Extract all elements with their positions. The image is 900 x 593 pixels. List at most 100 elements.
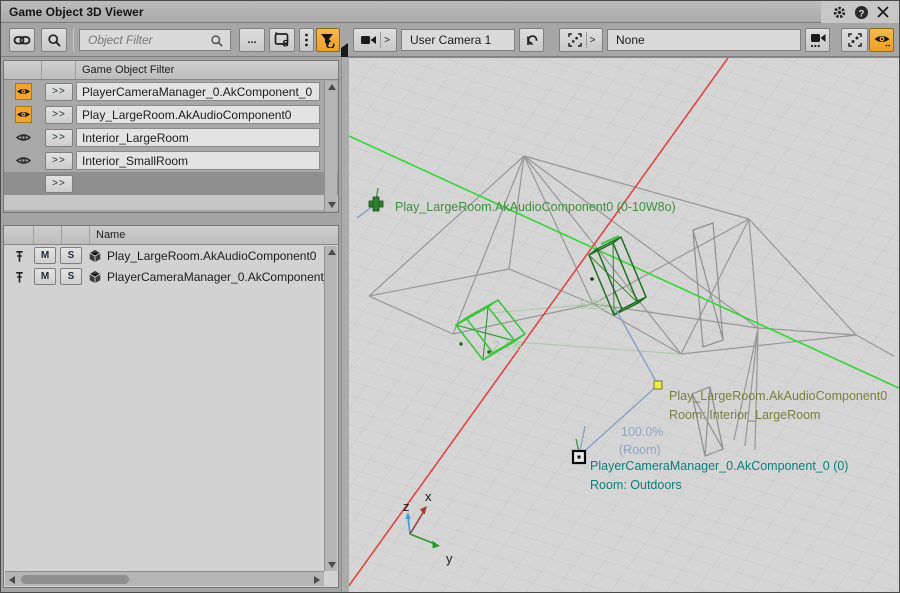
scroll-up-arrow[interactable] [325,81,338,93]
filter-row[interactable]: >> Interior_LargeRoom [4,126,338,149]
camera-name-input[interactable] [402,30,514,50]
filter-name-field[interactable]: Interior_LargeRoom [76,128,320,147]
scroll-down-arrow[interactable] [325,199,338,211]
scroll-left-arrow[interactable] [5,572,19,587]
listener-name-label: PlayerCameraManager_0.AkComponent_0 (0) [590,459,848,473]
listener-marker [573,451,585,463]
pin-icon[interactable] [4,249,34,263]
solo-button[interactable]: S [60,247,82,264]
watch-table-header: Name [4,226,338,245]
axis-x-label: x [425,489,432,504]
filter-active-funnel-button[interactable] [316,28,340,52]
title-bar: Game Object 3D Viewer ? [1,1,899,23]
emitter2-name-label: Play_LargeRoom.AkAudioComponent0 [669,389,887,403]
pin-icon[interactable] [4,270,34,284]
visibility-eye-icon[interactable] [15,152,32,169]
watch-list-empty-area [4,287,324,571]
watch-header-mute-col [34,226,62,244]
solo-button[interactable]: S [60,268,82,285]
filter-row[interactable]: >> Interior_SmallRoom [4,149,338,172]
emitter2-room-label: Room: Interior_LargeRoom [669,408,820,422]
search-icon [210,34,224,48]
focus-expand-label: > [590,35,596,46]
filter-table-header: Game Object Filter [4,61,338,80]
portal-point-marker [654,381,662,389]
filter-row[interactable]: >> PlayerCameraManager_0.AkComponent_0 [4,80,338,103]
hscroll-thumb[interactable] [21,575,129,584]
filter-name-field[interactable]: PlayerCameraManager_0.AkComponent_0 [76,82,320,101]
mute-button[interactable]: M [34,247,56,264]
watch-header-pin-col [4,226,34,244]
viewport-3d-canvas[interactable]: 2.4% 5.2% [349,57,900,593]
camera-expand-label: > [384,35,390,46]
toolbar: ... S > > [1,23,899,57]
svg-text:?: ? [858,8,864,18]
scroll-up-arrow[interactable] [325,246,338,258]
send-to-watch-button[interactable]: >> [45,152,73,170]
window-title: Game Object 3D Viewer [9,5,144,19]
camera-name-field[interactable] [401,29,515,51]
focus-target-icon [567,32,583,48]
room-percent-caption: (Room) [619,443,661,457]
settings-gear-icon[interactable] [831,4,847,20]
watch-row[interactable]: M S PlayerCameraManager_0.AkComponent_0 [4,266,338,287]
focus-object-button[interactable]: > [559,28,603,52]
toolbar-separator [73,29,74,51]
axis-y-label: y [446,551,453,566]
more-menu-kebab-button[interactable] [299,28,314,52]
emitter-label: Play_LargeRoom.AkAudioComponent0 (0-10W8… [395,200,676,214]
watch-table-vscrollbar[interactable] [324,246,337,571]
send-to-watch-button[interactable]: >> [45,129,73,147]
search-button[interactable] [41,28,67,52]
mute-button[interactable]: M [34,268,56,285]
watch-row[interactable]: M S Play_LargeRoom.AkAudioComponent0 [4,245,338,266]
reset-camera-button[interactable] [519,28,544,52]
help-icon[interactable]: ? [853,4,869,20]
filter-row[interactable]: >> Play_LargeRoom.AkAudioComponent0 [4,103,338,126]
svg-text:S: S [282,39,288,49]
filter-name-field[interactable]: Play_LargeRoom.AkAudioComponent0 [76,105,320,124]
filter-table-vscrollbar[interactable] [324,81,337,211]
title-bar-buttons: ? [821,1,899,23]
game-sync-button[interactable]: S [269,28,295,52]
object-filter-input[interactable] [80,30,230,50]
show-all-eye-button[interactable] [869,28,894,52]
watch-table-hscrollbar[interactable] [5,571,324,586]
send-to-watch-button[interactable]: >> [45,175,73,193]
visibility-eye-icon[interactable] [15,106,32,123]
watch-header-solo-col [62,226,90,244]
listener-room-label: Room: Outdoors [590,478,682,492]
video-camera-icon [360,34,377,46]
watch-list-table: Name M S Play_LargeRoom.AkAudioComponent… [3,225,339,588]
game-object-cube-icon [86,270,104,284]
frame-all-button[interactable] [841,28,868,52]
send-to-watch-button[interactable]: >> [45,83,73,101]
filter-header-visibility-col [4,61,42,79]
send-to-watch-button[interactable]: >> [45,106,73,124]
game-object-3d-viewer-window: Game Object 3D Viewer ? ... [0,0,900,593]
object-filter-field[interactable] [79,29,231,51]
left-panel: Game Object Filter >> PlayerCameraManage… [1,57,341,593]
portal-center-percent-label: 5.2% [580,298,609,312]
filter-options-button[interactable]: ... [239,28,265,52]
close-icon[interactable] [875,4,891,20]
visibility-eye-icon[interactable] [15,129,32,146]
filter-name-field[interactable]: Interior_SmallRoom [76,151,320,170]
follow-object-field[interactable] [607,29,801,51]
follow-camera-button[interactable] [805,28,830,52]
watch-name: PlayerCameraManager_0.AkComponent_0 [107,270,338,284]
filter-table-empty-area [4,195,338,210]
room-percent-label: 100.0% [621,425,663,439]
scroll-right-arrow[interactable] [310,572,324,587]
vertical-panel-splitter[interactable] [341,57,349,593]
scroll-down-arrow[interactable] [325,559,338,571]
follow-object-input[interactable] [608,30,800,50]
visibility-eye-icon[interactable] [15,83,32,100]
game-object-filter-table: Game Object Filter >> PlayerCameraManage… [3,60,339,213]
filter-new-row-selected[interactable]: >> [4,172,338,195]
filter-header-send-col [42,61,76,79]
watch-name: Play_LargeRoom.AkAudioComponent0 [107,249,338,263]
filter-header-name-col: Game Object Filter [76,61,338,79]
link-button[interactable] [9,28,35,52]
camera-select-button[interactable]: > [353,28,397,52]
